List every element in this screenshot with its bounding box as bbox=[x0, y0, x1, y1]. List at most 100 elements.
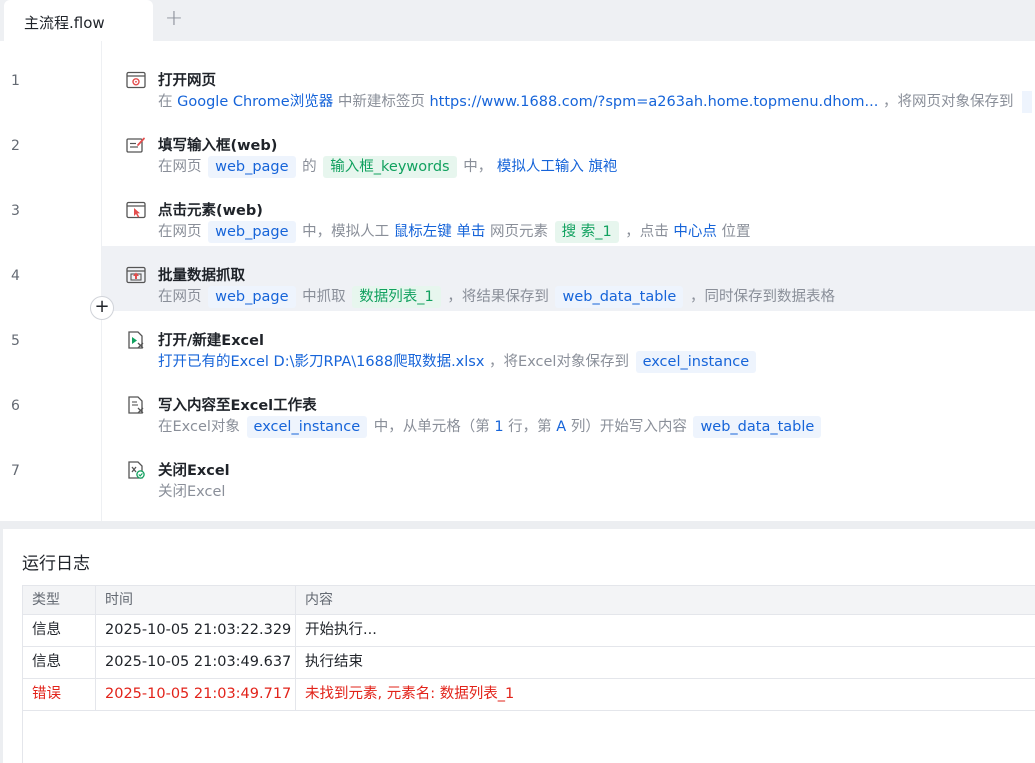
line-number: 2 bbox=[11, 138, 20, 154]
line-number: 1 bbox=[11, 73, 20, 89]
description-text: 在网页 bbox=[158, 289, 207, 305]
step-title: 打开/新建Excel bbox=[158, 333, 264, 349]
step-description: 在 Google Chrome浏览器 中新建标签页 https://www.16… bbox=[158, 91, 1033, 115]
description-text: 中，模拟人工 bbox=[297, 224, 394, 240]
open-excel-icon bbox=[126, 331, 146, 349]
step-description: 打开已有的Excel D:\影刀RPA\1688爬取数据.xlsx ，将Exce… bbox=[158, 351, 758, 375]
flow-step[interactable]: 点击元素(web) 在网页 web_page 中，模拟人工 鼠标左键 单击 网页元… bbox=[102, 181, 1035, 246]
description-text: 在网页 bbox=[158, 159, 207, 175]
log-row[interactable]: 信息 2025-10-05 21:03:22.329 开始执行... bbox=[23, 615, 1035, 647]
element-chip[interactable]: 输入框_keywords bbox=[323, 156, 457, 178]
log-type-cell: 信息 bbox=[23, 647, 96, 678]
flow-step[interactable]: 打开网页在 Google Chrome浏览器 中新建标签页 https://ww… bbox=[102, 51, 1035, 116]
description-text: 位置 bbox=[716, 224, 751, 240]
param-value[interactable]: A bbox=[556, 419, 566, 435]
batch-scrape-icon bbox=[126, 266, 146, 284]
description-text: ，同时保存到数据表格 bbox=[685, 289, 835, 305]
step-description: 关闭Excel bbox=[158, 481, 225, 505]
description-text: 中， bbox=[458, 159, 497, 175]
description-text: ，将结果保存到 bbox=[442, 289, 554, 305]
step-title: 批量数据抓取 bbox=[158, 268, 245, 284]
param-value[interactable]: 1 bbox=[494, 419, 503, 435]
log-title: 运行日志 bbox=[22, 554, 90, 574]
write-excel-icon bbox=[126, 396, 146, 414]
line-number: 4 bbox=[11, 268, 20, 284]
log-time-cell: 2025-10-05 21:03:22.329 bbox=[96, 615, 296, 646]
column-header-time[interactable]: 时间 bbox=[96, 586, 296, 614]
element-chip[interactable]: 数据列表_1 bbox=[352, 286, 441, 308]
param-value[interactable]: 旗袍 bbox=[588, 159, 617, 175]
add-tab-button[interactable]: + bbox=[163, 8, 185, 30]
variable-chip-truncated[interactable] bbox=[1022, 91, 1033, 113]
log-time-cell: 2025-10-05 21:03:49.637 bbox=[96, 647, 296, 678]
variable-chip[interactable]: web_data_table bbox=[555, 286, 684, 308]
line-number: 3 bbox=[11, 203, 20, 219]
flow-step[interactable]: 关闭Excel 关闭Excel bbox=[102, 441, 1035, 506]
variable-chip[interactable]: web_page bbox=[208, 221, 296, 243]
variable-chip[interactable]: web_page bbox=[208, 156, 296, 178]
param-value[interactable]: https://www.1688.com/?spm=a263ah.home.to… bbox=[429, 94, 878, 110]
step-title: 点击元素(web) bbox=[158, 203, 263, 219]
description-text: ，点击 bbox=[620, 224, 674, 240]
param-value[interactable]: 中心点 bbox=[673, 224, 717, 240]
log-content-cell: 未找到元素, 元素名: 数据列表_1 bbox=[305, 686, 515, 702]
description-text: 列）开始写入内容 bbox=[566, 419, 692, 435]
flow-step[interactable]: 写入内容至Excel工作表 在Excel对象 excel_instance 中，从… bbox=[102, 376, 1035, 441]
variable-chip[interactable]: excel_instance bbox=[635, 351, 757, 373]
description-text: 在Excel对象 bbox=[158, 419, 245, 435]
step-description: 在网页 web_page 的 输入框_keywords 中， 模拟人工输入 旗袍 bbox=[158, 156, 617, 180]
flow-step[interactable]: 批量数据抓取 在网页 web_page 中抓取 数据列表_1 ，将结果保存到 we… bbox=[102, 246, 1035, 311]
flow-editor: 1 2 3 4 5 6 7 打开网页在 Google Chrome浏览器 中新建标签页 ht… bbox=[0, 41, 1035, 521]
flow-step[interactable]: 打开/新建Excel 打开已有的Excel D:\影刀RPA\1688爬取数据.x… bbox=[102, 311, 1035, 376]
click-element-icon bbox=[126, 201, 146, 219]
step-title: 关闭Excel bbox=[158, 463, 230, 479]
param-value[interactable]: 单击 bbox=[456, 224, 485, 240]
log-type-cell: 错误 bbox=[23, 679, 96, 710]
line-number: 7 bbox=[11, 463, 20, 479]
param-value[interactable]: 鼠标左键 bbox=[394, 224, 452, 240]
column-header-content[interactable]: 内容 bbox=[296, 586, 1035, 614]
element-chip[interactable]: 搜 索_1 bbox=[554, 221, 619, 243]
description-text: ，将网页对象保存到 bbox=[878, 94, 1019, 110]
description-text: 在网页 bbox=[158, 224, 207, 240]
browser-open-icon bbox=[126, 71, 146, 89]
step-description: 在网页 web_page 中抓取 数据列表_1 ，将结果保存到 web_data… bbox=[158, 286, 835, 310]
log-row[interactable]: 信息 2025-10-05 21:03:49.637 执行结束 bbox=[23, 647, 1035, 679]
variable-chip[interactable]: web_page bbox=[208, 286, 296, 308]
description-text: 行，第 bbox=[503, 419, 557, 435]
step-title: 填写输入框(web) bbox=[158, 138, 278, 154]
log-empty-area bbox=[23, 711, 1035, 763]
step-title: 写入内容至Excel工作表 bbox=[158, 398, 317, 414]
tab-label: 主流程.flow bbox=[24, 14, 105, 32]
param-value[interactable]: Google Chrome浏览器 bbox=[177, 94, 333, 110]
run-log-panel: 运行日志 类型 时间 内容 信息 2025-10-05 21:03:22.329 开… bbox=[3, 529, 1035, 763]
step-title: 打开网页 bbox=[158, 73, 216, 89]
log-row[interactable]: 错误 2025-10-05 21:03:49.717 未找到元素, 元素名: 数据列… bbox=[23, 679, 1035, 711]
description-text: 中新建标签页 bbox=[333, 94, 430, 110]
line-number-gutter: 1 2 3 4 5 6 7 bbox=[0, 41, 102, 521]
line-number: 5 bbox=[11, 333, 20, 349]
line-number: 6 bbox=[11, 398, 20, 414]
param-value[interactable]: 打开已有的Excel bbox=[158, 354, 269, 370]
step-description: 在网页 web_page 中，模拟人工 鼠标左键 单击 网页元素 搜 索_1 ，… bbox=[158, 221, 751, 245]
log-time-cell: 2025-10-05 21:03:49.717 bbox=[96, 679, 296, 710]
close-excel-icon bbox=[126, 461, 146, 479]
tab-bar: 主流程.flow + bbox=[0, 0, 1035, 41]
tab-main-flow[interactable]: 主流程.flow bbox=[4, 0, 153, 41]
add-step-button[interactable]: + bbox=[90, 296, 114, 320]
description-text: ，将Excel对象保存到 bbox=[484, 354, 634, 370]
description-text: 中抓取 bbox=[297, 289, 351, 305]
description-text: 网页元素 bbox=[485, 224, 553, 240]
variable-chip[interactable]: web_data_table bbox=[693, 416, 822, 438]
column-header-type[interactable]: 类型 bbox=[23, 586, 96, 614]
log-table: 类型 时间 内容 信息 2025-10-05 21:03:22.329 开始执行..… bbox=[22, 585, 1035, 763]
param-value[interactable]: D:\影刀RPA\1688爬取数据.xlsx bbox=[274, 354, 485, 370]
log-content-cell: 执行结束 bbox=[305, 654, 363, 670]
description-text: 的 bbox=[297, 159, 322, 175]
log-content-cell: 开始执行... bbox=[305, 622, 377, 638]
variable-chip[interactable]: excel_instance bbox=[246, 416, 368, 438]
description-text: 在 bbox=[158, 94, 178, 110]
description-text: 关闭Excel bbox=[158, 484, 226, 500]
flow-step[interactable]: 填写输入框(web) 在网页 web_page 的 输入框_keywords 中，… bbox=[102, 116, 1035, 181]
param-value[interactable]: 模拟人工输入 bbox=[497, 159, 584, 175]
